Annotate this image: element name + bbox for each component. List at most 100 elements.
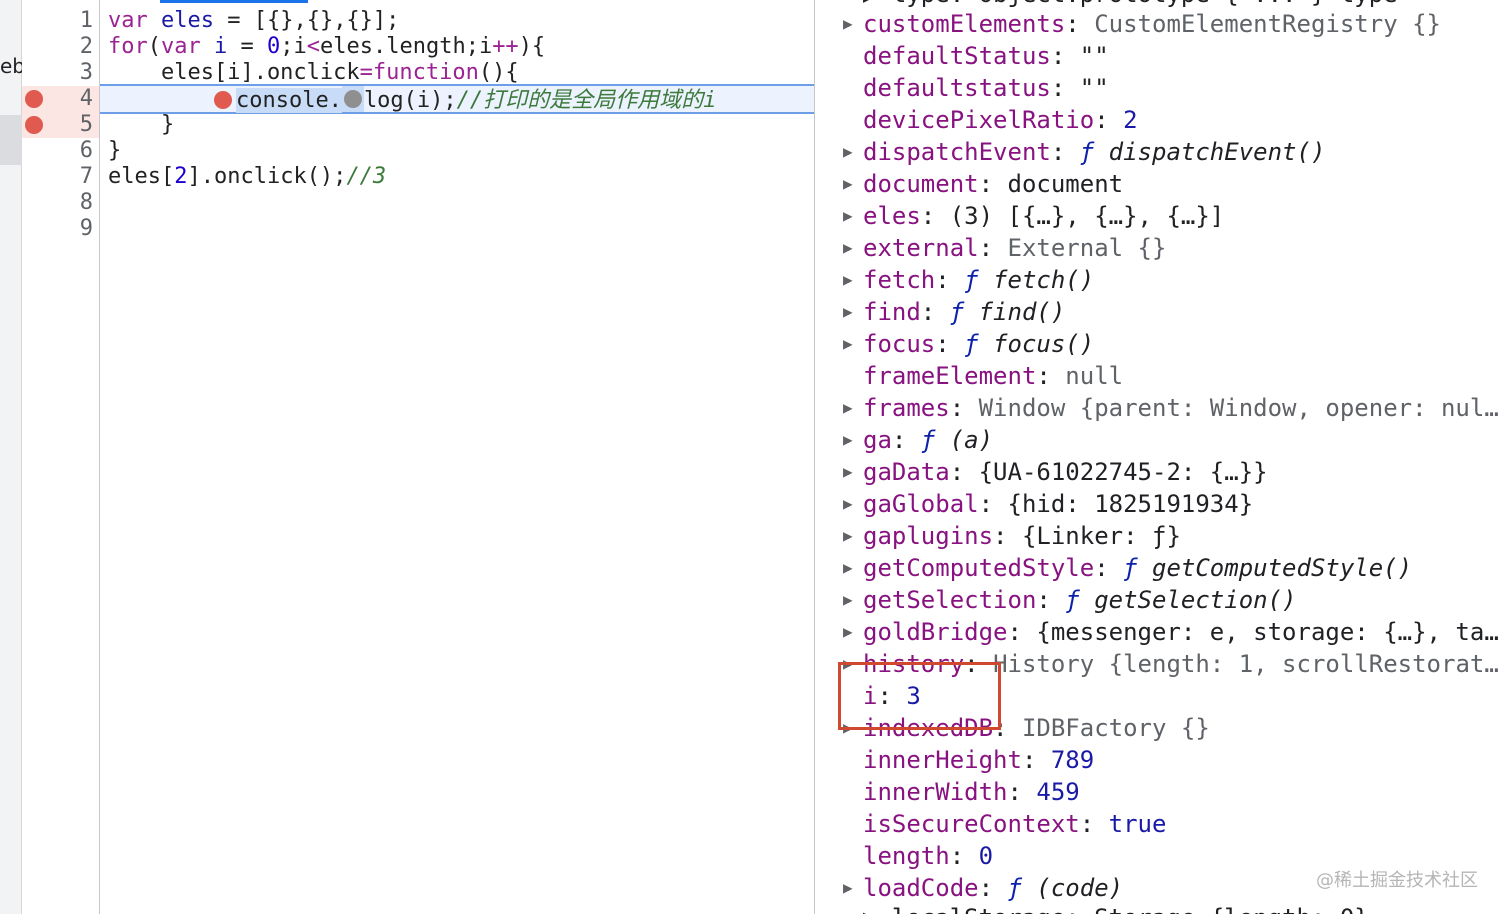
property-name: loadCode: [863, 874, 979, 902]
property-name: find: [863, 298, 921, 326]
scope-panel[interactable]: ▶ type: Object.prototype { ... } type ▶c…: [816, 0, 1502, 914]
code-line-1[interactable]: var eles = [{},{},{}];: [108, 8, 399, 34]
property-name: getSelection: [863, 586, 1037, 614]
property-row-ga[interactable]: ▶ ga: ƒ (a): [816, 424, 1502, 456]
property-row-devicePixelRatio: devicePixelRatio: 2: [863, 106, 1138, 134]
property-row-getSelection[interactable]: ▶ getSelection: ƒ getSelection(): [816, 584, 1502, 616]
property-name: defaultStatus: [863, 42, 1051, 70]
property-name: ga: [863, 426, 892, 454]
property-row-find[interactable]: ▶ find: ƒ find(): [816, 296, 1502, 328]
code-line-6[interactable]: }: [108, 138, 121, 164]
property-row-dispatchEvent[interactable]: ▶ dispatchEvent: ƒ dispatchEvent(): [816, 136, 1502, 168]
line-number: 7: [79, 164, 93, 189]
gutter-line[interactable]: 3: [22, 60, 99, 86]
property-name: focus: [863, 330, 936, 358]
property-name: eles: [863, 202, 921, 230]
property-value: {messenger: e, storage: {…}, ta…: [1036, 618, 1499, 646]
line-number: 8: [79, 190, 93, 215]
gutter-line[interactable]: 9: [22, 216, 99, 242]
property-value: 789: [1050, 746, 1095, 774]
inline-breakpoint-active-icon[interactable]: [213, 91, 232, 109]
property-row-eles[interactable]: ▶ eles: (3) [{…}, {…}, {…}]: [816, 200, 1502, 232]
expand-triangle-icon[interactable]: ▶: [843, 264, 857, 296]
property-value: document: [1007, 170, 1124, 198]
expand-triangle-icon[interactable]: ▶: [843, 200, 857, 232]
property-name: getComputedStyle: [863, 554, 1095, 582]
property-name: customElements: [863, 10, 1066, 38]
code-line-7[interactable]: eles[2].onclick();//3: [108, 164, 386, 190]
property-row-frames[interactable]: ▶ frames: Window {parent: Window, opener:…: [816, 392, 1502, 424]
property-name: frameElement: [863, 362, 1037, 390]
expand-triangle-icon[interactable]: ▶: [843, 392, 857, 424]
property-row-defaultStatus: defaultStatus: "": [863, 42, 1109, 70]
property-row-cutoff: ▶ localStorage: Storage {length: 0}: [816, 902, 1502, 914]
breakpoint-marker-icon[interactable]: [25, 116, 43, 134]
property-name: gaplugins: [863, 522, 994, 550]
expand-triangle-icon[interactable]: ▶: [843, 232, 857, 264]
property-row-focus[interactable]: ▶ focus: ƒ focus(): [816, 328, 1502, 360]
property-row-document[interactable]: ▶ document: document: [816, 168, 1502, 200]
line-number: 6: [79, 138, 93, 163]
gutter-line[interactable]: 1: [22, 8, 99, 34]
property-row-isSecureContext: isSecureContext: true: [863, 810, 1167, 838]
gutter-line-breakpoint[interactable]: 4: [22, 86, 99, 112]
line-number-gutter[interactable]: 1 2 3 4 5 6 7 8 9: [22, 0, 100, 914]
expand-triangle-icon[interactable]: ▶: [843, 8, 857, 40]
left-panel-selected-item[interactable]: [0, 115, 22, 165]
gutter-line-breakpoint[interactable]: 5: [22, 112, 99, 138]
property-row-gaplugins[interactable]: ▶ gaplugins: {Linker: ƒ}: [816, 520, 1502, 552]
property-name: isSecureContext: [863, 810, 1080, 838]
property-value: IDBFactory {}: [1021, 714, 1210, 742]
property-row-customElements[interactable]: ▶ customElements: CustomElementRegistry {…: [816, 8, 1502, 40]
property-value: {UA-61022745-2: {…}}: [978, 458, 1268, 486]
property-value: {hid: 1825191934}: [1007, 490, 1254, 518]
expand-triangle-icon[interactable]: ▶: [843, 616, 857, 648]
expand-triangle-icon[interactable]: ▶: [843, 296, 857, 328]
expand-triangle-icon[interactable]: ▶: [843, 168, 857, 200]
expand-triangle-icon[interactable]: ▶: [843, 488, 857, 520]
line-number: 9: [79, 216, 93, 241]
property-row-innerHeight: innerHeight: 789: [863, 746, 1095, 774]
property-value: ƒ (a): [920, 426, 994, 454]
inline-breakpoint-inactive-icon[interactable]: [341, 86, 364, 112]
code-line-3[interactable]: eles[i].onclick=function(){: [108, 60, 519, 86]
property-value: true: [1108, 810, 1167, 838]
expand-triangle-icon[interactable]: ▶: [843, 552, 857, 584]
property-row-external[interactable]: ▶ external: External {}: [816, 232, 1502, 264]
property-row-gaData[interactable]: ▶ gaData: {UA-61022745-2: {…}}: [816, 456, 1502, 488]
property-row-gaGlobal[interactable]: ▶ gaGlobal: {hid: 1825191934}: [816, 488, 1502, 520]
expand-triangle-icon[interactable]: ▶: [843, 136, 857, 168]
annotation-highlight-box: [838, 662, 1001, 730]
property-name: gaData: [863, 458, 950, 486]
expand-triangle-icon[interactable]: ▶: [843, 424, 857, 456]
property-value: CustomElementRegistry {}: [1094, 10, 1441, 38]
gutter-line[interactable]: 7: [22, 164, 99, 190]
code-line-4-paused[interactable]: console. log(i);//打印的是全局作用域的i: [100, 84, 814, 114]
property-value: ƒ (code): [1007, 874, 1124, 902]
expand-triangle-icon[interactable]: ▶: [843, 872, 857, 904]
property-name: length: [863, 842, 950, 870]
gutter-line[interactable]: 2: [22, 34, 99, 60]
code-editor[interactable]: var eles = [{},{},{}]; for(var i = 0;i<e…: [100, 0, 815, 914]
property-row-frameElement: frameElement: null: [863, 362, 1124, 390]
code-line-5[interactable]: }: [108, 112, 174, 138]
gutter-line[interactable]: 8: [22, 190, 99, 216]
property-name: gaGlobal: [863, 490, 979, 518]
expand-triangle-icon[interactable]: ▶: [843, 456, 857, 488]
line-number: 3: [79, 60, 93, 85]
expand-triangle-icon[interactable]: ▶: [843, 328, 857, 360]
property-name: innerHeight: [863, 746, 1022, 774]
property-name: fetch: [863, 266, 936, 294]
property-row-goldBridge[interactable]: ▶ goldBridge: {messenger: e, storage: {…}…: [816, 616, 1502, 648]
expand-triangle-icon[interactable]: ▶: [843, 584, 857, 616]
expand-triangle-icon[interactable]: ▶: [843, 520, 857, 552]
property-name: innerWidth: [863, 778, 1008, 806]
breakpoint-marker-icon[interactable]: [25, 90, 43, 108]
gutter-line[interactable]: 6: [22, 138, 99, 164]
property-row-getComputedStyle[interactable]: ▶ getComputedStyle: ƒ getComputedStyle(): [816, 552, 1502, 584]
property-value: ƒ find(): [949, 298, 1066, 326]
code-line-2[interactable]: for(var i = 0;i<eles.length;i++){: [108, 34, 545, 60]
property-value: ƒ fetch(): [964, 266, 1095, 294]
property-row-fetch[interactable]: ▶ fetch: ƒ fetch(): [816, 264, 1502, 296]
property-value: 0: [978, 842, 994, 870]
